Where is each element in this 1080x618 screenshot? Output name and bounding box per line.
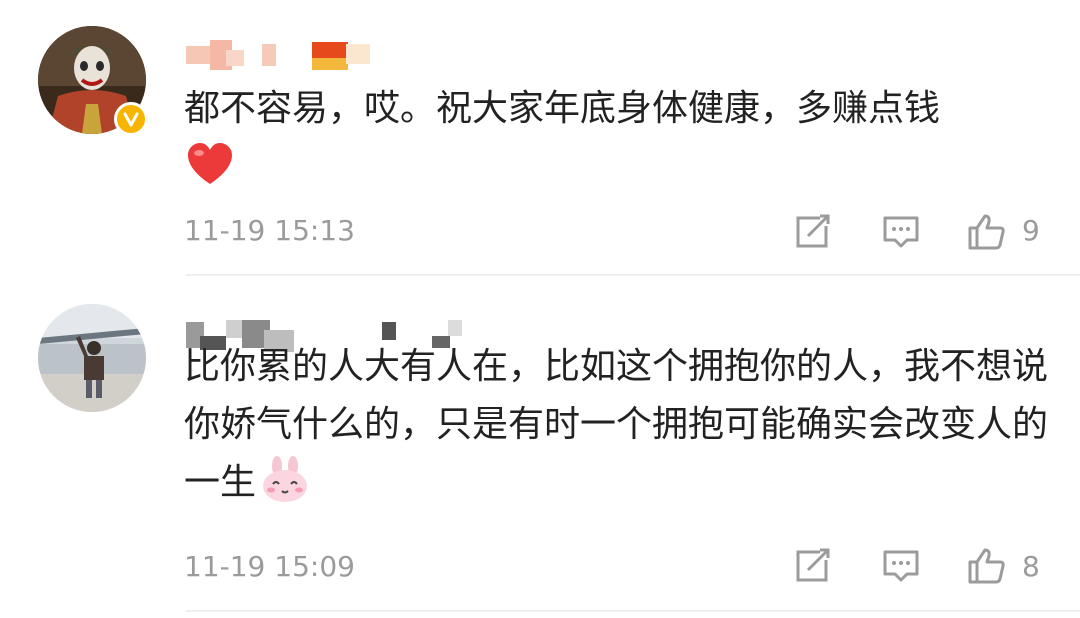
reply-button[interactable] <box>881 546 921 586</box>
reply-button[interactable] <box>881 212 921 252</box>
share-icon <box>796 548 830 582</box>
avatar[interactable] <box>38 304 146 412</box>
comment-icon <box>883 550 919 582</box>
like-button[interactable] <box>966 212 1006 252</box>
share-button[interactable] <box>792 546 832 586</box>
thumbs-up-icon <box>968 548 1005 584</box>
comment-text-content: 比你累的人大有人在，比如这个拥抱你的人，我不想说你娇气什么的，只是有时一个拥抱可… <box>184 346 1049 503</box>
verified-badge-icon <box>114 102 148 136</box>
thumbs-up-icon <box>968 214 1005 250</box>
like-button[interactable] <box>966 546 1006 586</box>
share-button[interactable] <box>792 212 832 252</box>
comment-text: 都不容易，哎。祝大家年底身体健康，多赚点钱 <box>184 88 941 129</box>
share-icon <box>796 214 830 248</box>
comment-item: 都不容易，哎。祝大家年底身体健康，多赚点钱 11-19 15:13 9 <box>0 0 1080 276</box>
heart-emoji-icon <box>186 142 234 190</box>
divider <box>186 610 1080 612</box>
comment-icon <box>883 216 919 248</box>
timestamp: 11-19 15:09 <box>184 550 355 583</box>
comment-text: 比你累的人大有人在，比如这个拥抱你的人，我不想说你娇气什么的，只是有时一个拥抱可… <box>184 338 1054 522</box>
comment-item: 比你累的人大有人在，比如这个拥抱你的人，我不想说你娇气什么的，只是有时一个拥抱可… <box>0 276 1080 618</box>
like-count: 8 <box>1022 550 1040 583</box>
avatar-image <box>38 304 146 412</box>
timestamp: 11-19 15:13 <box>184 214 355 247</box>
rabbit-emoji-icon <box>260 456 310 522</box>
like-count: 9 <box>1022 214 1040 247</box>
